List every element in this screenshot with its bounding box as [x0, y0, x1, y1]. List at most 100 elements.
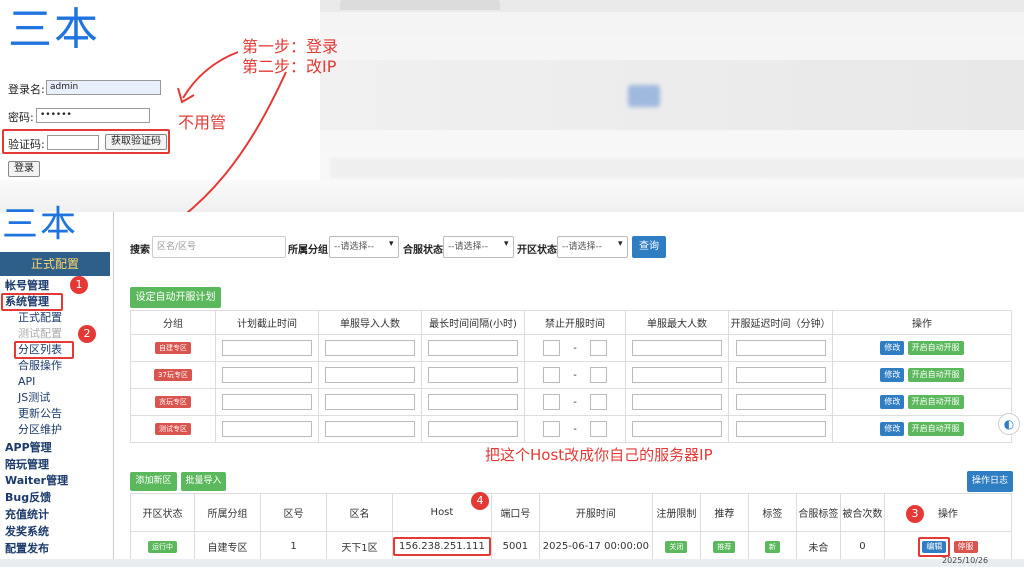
import-input[interactable] [325, 340, 415, 356]
delay-input[interactable] [735, 394, 826, 410]
zone-stop-button[interactable]: 停服 [953, 540, 978, 553]
forbid-end-input[interactable] [589, 421, 607, 437]
col-delay: 开服延迟时间（分钟） [728, 310, 833, 335]
sidebar-item-rewards[interactable]: 发奖系统 [5, 524, 49, 540]
delay-input[interactable] [735, 367, 826, 383]
captcha-input[interactable] [47, 135, 99, 150]
edit-button[interactable]: 修改 [880, 341, 905, 355]
enable-auto-open-button[interactable]: 开启自动开服 [907, 395, 964, 409]
col-forbid: 禁止开服时间 [524, 310, 626, 335]
username-input[interactable]: admin [46, 80, 161, 95]
floating-chat-icon[interactable]: ◐ [998, 413, 1020, 435]
taskbar-date: 2025/10/26 [942, 556, 989, 565]
interval-input[interactable] [428, 394, 518, 410]
sidebar-item-announcement[interactable]: 更新公告 [18, 406, 62, 422]
open-time-cell: 2025-06-17 00:00:00 [538, 531, 653, 562]
dash-separator: - [573, 424, 577, 435]
batch-import-button[interactable]: 批量导入 [181, 472, 226, 491]
enable-auto-open-button[interactable]: 开启自动开服 [907, 341, 964, 355]
forbid-start-input[interactable] [543, 367, 560, 383]
col-recommend: 推荐 [699, 493, 749, 532]
import-input[interactable] [325, 421, 415, 437]
tag-badge[interactable]: 新 [764, 540, 780, 553]
col-zone-name: 区名 [326, 493, 393, 532]
deadline-input[interactable] [222, 340, 312, 356]
merge-filter-chevron-icon: ▾ [504, 239, 509, 249]
sidebar-item-companion[interactable]: 陪玩管理 [5, 457, 49, 473]
sidebar-item-zone-list[interactable]: 分区列表 [18, 342, 62, 358]
blurred-browser-tab [340, 0, 500, 10]
import-input[interactable] [325, 367, 415, 383]
sidebar-item-js-test[interactable]: JS测试 [18, 390, 50, 406]
sidebar-item-system[interactable]: 系统管理 [5, 294, 49, 310]
zone-edit-button[interactable]: 编辑 [922, 540, 947, 553]
import-input[interactable] [325, 394, 415, 410]
col-merge-count: 被合次数 [839, 493, 885, 532]
col-deadline: 计划截止时间 [215, 310, 319, 335]
col-merge-tag: 合服标签 [795, 493, 841, 532]
sidebar-item-waiter[interactable]: Waiter管理 [5, 473, 68, 489]
max-input[interactable] [632, 421, 722, 437]
delay-input[interactable] [735, 340, 826, 356]
col-open-time: 开服时间 [538, 493, 653, 532]
password-label: 密码: [8, 111, 34, 124]
marker-4: 4 [471, 492, 489, 510]
forbid-start-input[interactable] [543, 340, 560, 356]
deadline-input[interactable] [222, 367, 312, 383]
interval-input[interactable] [428, 340, 518, 356]
operation-log-button[interactable]: 操作日志 [967, 471, 1013, 492]
taskbar-strip [0, 559, 1024, 567]
edit-button[interactable]: 修改 [880, 368, 905, 382]
col-zone-group: 所属分组 [194, 493, 261, 532]
sidebar-item-zone-maintain[interactable]: 分区维护 [18, 422, 62, 438]
max-input[interactable] [632, 367, 722, 383]
blurred-bar [330, 158, 1024, 178]
open-filter-chevron-icon: ▾ [618, 239, 623, 249]
add-zone-button[interactable]: 添加新区 [130, 472, 177, 491]
get-captcha-button[interactable]: 获取验证码 [105, 134, 167, 150]
col-register: 注册限制 [651, 493, 701, 532]
auto-plan-button[interactable]: 设定自动开服计划 [130, 287, 221, 308]
login-button[interactable]: 登录 [8, 161, 40, 177]
sidebar-item-test-config[interactable]: 测试配置 [18, 326, 62, 342]
sidebar-item-recharge[interactable]: 充值统计 [5, 507, 49, 523]
max-input[interactable] [632, 340, 722, 356]
sidebar-item-merge[interactable]: 合服操作 [18, 358, 62, 374]
forbid-end-input[interactable] [589, 340, 607, 356]
sidebar-item-account[interactable]: 帐号管理 [5, 278, 49, 294]
table-row: 37玩专区 - 修改 开启自动开服 [130, 361, 1012, 389]
group-badge: 37玩专区 [154, 369, 192, 381]
sidebar-item-publish[interactable]: 配置发布 [5, 541, 49, 557]
col-port: 端口号 [490, 493, 540, 532]
forbid-end-input[interactable] [589, 367, 607, 383]
register-limit-badge[interactable]: 关闭 [665, 540, 688, 553]
deadline-input[interactable] [222, 394, 312, 410]
interval-input[interactable] [428, 421, 518, 437]
edit-button[interactable]: 修改 [880, 422, 905, 436]
edit-button[interactable]: 修改 [880, 395, 905, 409]
enable-auto-open-button[interactable]: 开启自动开服 [907, 422, 964, 436]
sidebar-item-prod-config[interactable]: 正式配置 [18, 310, 62, 326]
forbid-end-input[interactable] [589, 394, 607, 410]
step1-annotation: 第一步：登录 [242, 37, 339, 56]
recommend-badge[interactable]: 推荐 [713, 540, 736, 553]
open-filter-label: 开区状态 [517, 245, 557, 256]
delay-input[interactable] [735, 421, 826, 437]
enable-auto-open-button[interactable]: 开启自动开服 [907, 368, 964, 382]
query-button[interactable]: 查询 [632, 236, 666, 258]
forbid-start-input[interactable] [543, 421, 560, 437]
table-row: 运行中 自建专区 1 天下1区 156.238.251.111 5001 202… [130, 531, 1013, 562]
search-input[interactable]: 区名/区号 [152, 236, 286, 258]
zone-name-cell: 天下1区 [326, 531, 393, 562]
sidebar-item-api[interactable]: API [18, 374, 35, 390]
interval-input[interactable] [428, 367, 518, 383]
table-row: 自建专区 - 修改 开启自动开服 [130, 334, 1012, 362]
max-input[interactable] [632, 394, 722, 410]
sidebar-item-app[interactable]: APP管理 [5, 440, 52, 456]
password-input[interactable]: •••••• [36, 108, 150, 123]
deadline-input[interactable] [222, 421, 312, 437]
sidebar-item-bug[interactable]: Bug反馈 [5, 490, 51, 506]
col-zone-id: 区号 [260, 493, 327, 532]
forbid-start-input[interactable] [543, 394, 560, 410]
zone-list-table: 开区状态 所属分组 区号 区名 Host 端口号 开服时间 注册限制 推荐 标签… [130, 493, 1013, 562]
